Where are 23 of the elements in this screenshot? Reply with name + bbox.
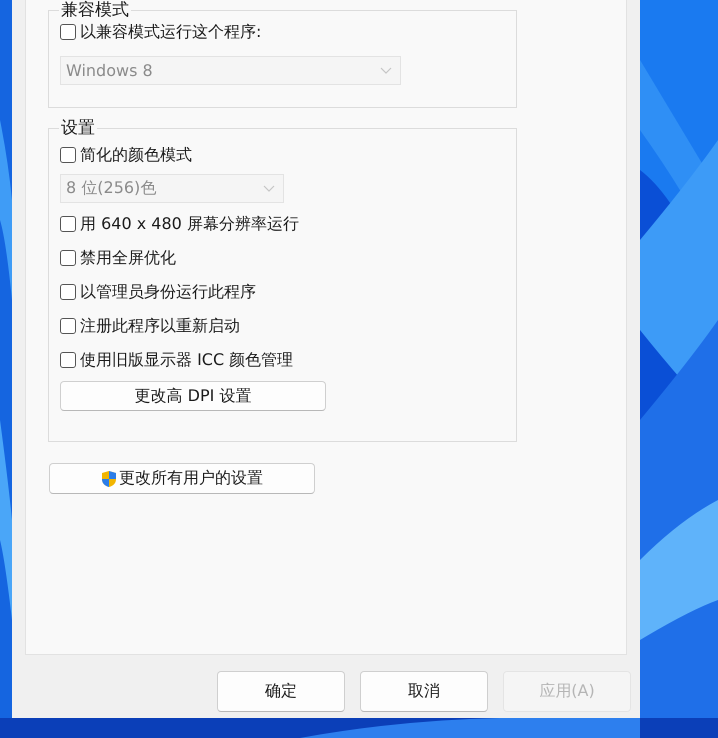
shield-icon (101, 470, 117, 488)
checkbox[interactable] (60, 24, 76, 40)
checkbox-label[interactable]: 用 640 x 480 屏幕分辨率运行 (80, 214, 299, 234)
checkbox[interactable] (60, 318, 76, 334)
dialog-button[interactable]: 取消 (360, 671, 488, 712)
checkbox[interactable] (60, 216, 76, 232)
group-title: 兼容模式 (60, 0, 130, 20)
checkbox[interactable] (60, 284, 76, 300)
checkbox[interactable] (60, 147, 76, 163)
checkbox-label[interactable]: 以管理员身份运行此程序 (80, 282, 256, 302)
checkbox-label[interactable]: 使用旧版显示器 ICC 颜色管理 (80, 350, 294, 370)
checkbox[interactable] (60, 352, 76, 368)
checkbox-label[interactable]: 以兼容模式运行这个程序: (80, 22, 262, 42)
dialog-button[interactable]: 确定 (217, 671, 345, 712)
checkbox-label[interactable]: 注册此程序以重新启动 (80, 316, 240, 336)
dpi-settings-button[interactable]: 更改高 DPI 设置 (60, 381, 326, 411)
checkbox-label[interactable]: 禁用全屏优化 (80, 248, 176, 268)
group-title: 设置 (60, 118, 96, 138)
caret-icon (263, 184, 275, 192)
checkbox-label[interactable]: 简化的颜色模式 (80, 145, 192, 165)
all-users-settings-button[interactable]: 更改所有用户的设置 (49, 463, 315, 494)
caret-icon (380, 66, 392, 74)
checkbox[interactable] (60, 250, 76, 266)
